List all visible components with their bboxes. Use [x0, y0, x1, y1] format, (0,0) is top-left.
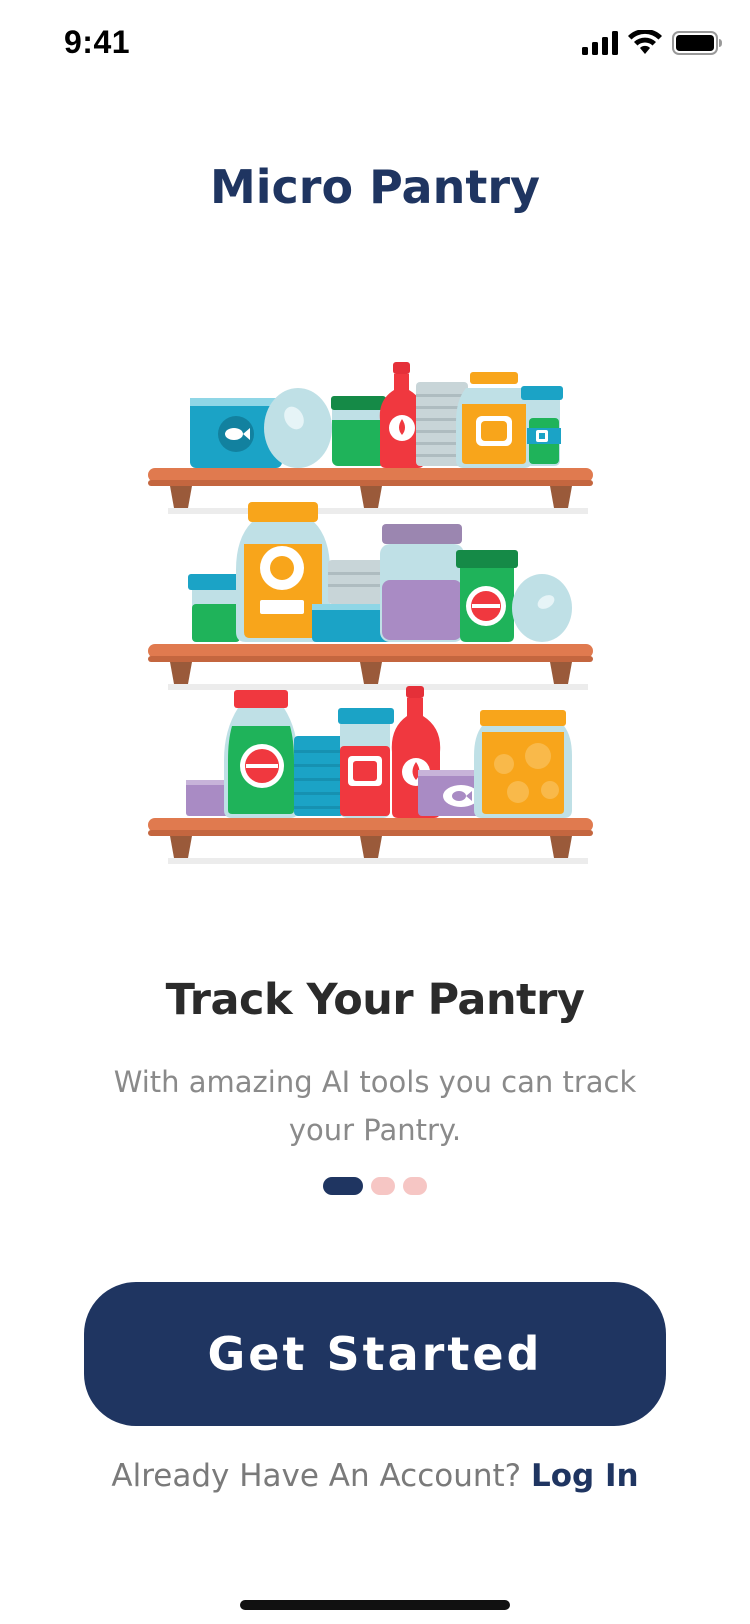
cellular-signal-icon: [582, 31, 618, 55]
status-icons: [582, 30, 722, 56]
status-bar: 9:41: [0, 0, 750, 92]
login-prompt-row: Already Have An Account? Log In: [0, 1458, 750, 1494]
round-tin-glass-2: [512, 574, 572, 642]
page-dot[interactable]: [371, 1177, 395, 1195]
jar-green-tall: [224, 690, 298, 818]
jar-purple: [380, 524, 464, 642]
shelf-bottom: [148, 818, 593, 864]
jar-red-label: [338, 708, 394, 818]
pantry-shelves-illustration: [148, 362, 593, 864]
jar-green-small: [188, 574, 244, 642]
stacked-tins-blue: [294, 736, 344, 816]
jar-blue-green-small: [521, 386, 563, 466]
onboarding-screen: 9:41 Micro Pantry Track Your Pantry With…: [0, 0, 750, 1624]
app-title: Micro Pantry: [209, 160, 541, 214]
page-indicator: [0, 1177, 750, 1195]
battery-icon: [672, 31, 722, 55]
onboarding-subtitle: With amazing AI tools you can track your…: [113, 1065, 637, 1147]
jar-green-label: [456, 550, 518, 642]
jar-green-short: [331, 396, 386, 466]
shelf-top: [148, 468, 593, 514]
page-dot-active[interactable]: [323, 1177, 363, 1195]
stacked-tins-gray-2: [328, 560, 386, 604]
log-in-link[interactable]: Log In: [531, 1458, 639, 1494]
shelf-middle: [148, 644, 593, 690]
status-time: 9:41: [64, 24, 131, 60]
round-tin-glass: [264, 388, 332, 468]
home-indicator[interactable]: [240, 1600, 510, 1610]
page-dot[interactable]: [403, 1177, 427, 1195]
get-started-button[interactable]: Get Started: [84, 1282, 666, 1426]
jar-orange-right: [474, 710, 572, 818]
login-prompt-text: Already Have An Account?: [111, 1458, 531, 1494]
wifi-icon: [628, 30, 662, 54]
onboarding-title: Track Your Pantry: [165, 975, 585, 1025]
